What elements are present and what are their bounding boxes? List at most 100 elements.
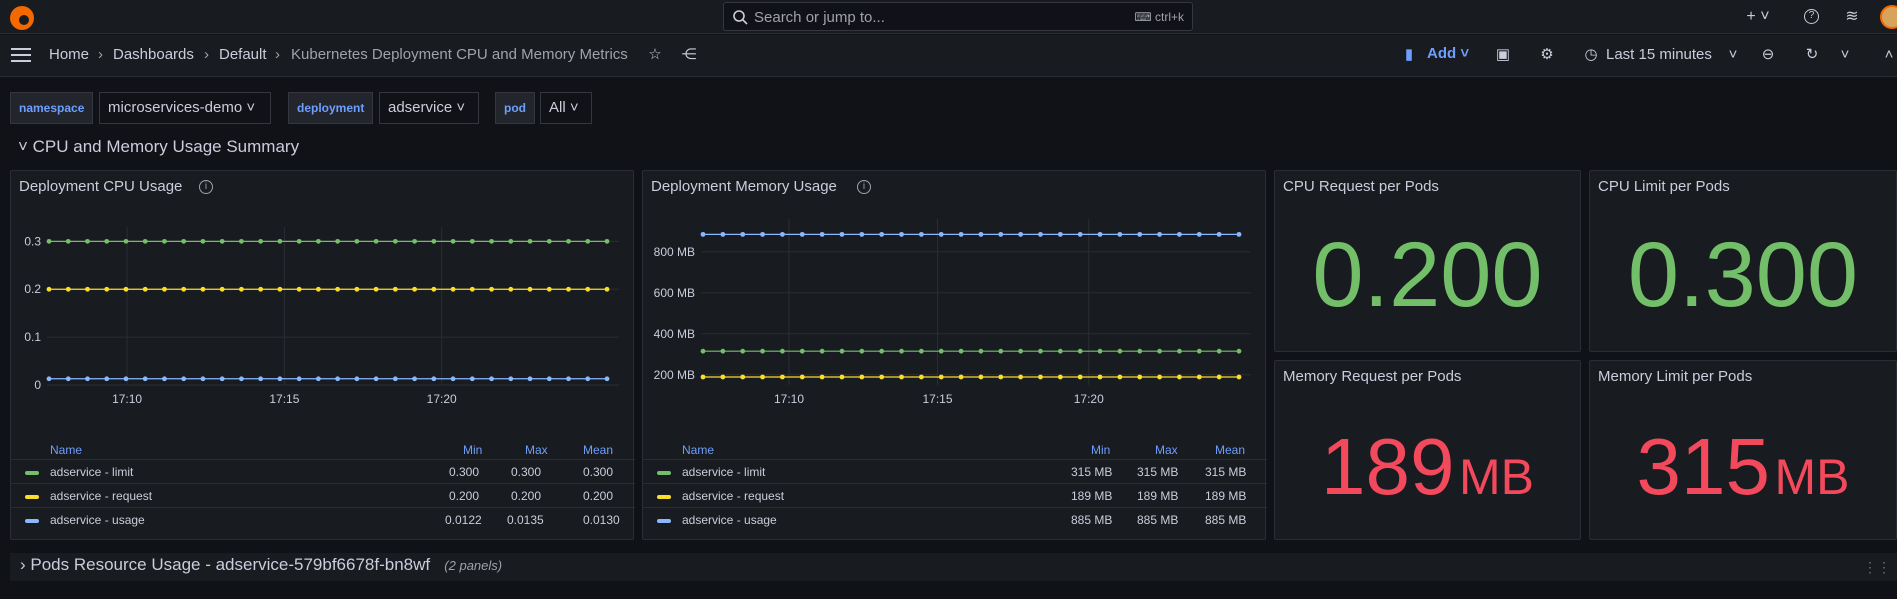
legend-row[interactable]: adservice - request 189 MB 189 MB 189 MB — [643, 483, 1267, 507]
data-point — [431, 376, 437, 382]
data-point — [277, 238, 283, 244]
cpu-usage-chart: 0 0.1 0.2 0.3 17:10 17:15 17:20 — [24, 227, 619, 406]
data-point — [799, 374, 805, 380]
legend-header-name[interactable]: Name — [50, 443, 82, 457]
stat-value-wrapper: 315 MB — [1590, 421, 1896, 513]
time-range-picker[interactable]: Last 15 minutes — [1606, 46, 1712, 63]
data-point — [1137, 374, 1143, 380]
series-max: 189 MB — [1137, 489, 1179, 503]
breadcrumb-dashboards[interactable]: Dashboards — [113, 46, 194, 63]
data-point — [1077, 231, 1083, 237]
info-icon[interactable]: i — [199, 180, 213, 194]
save-icon[interactable]: ▣ — [1494, 46, 1512, 64]
variable-value-deployment: adservice — [388, 99, 453, 116]
breadcrumb-default[interactable]: Default — [219, 46, 267, 63]
series-swatch — [25, 519, 39, 523]
legend-header-name[interactable]: Name — [682, 443, 714, 457]
data-point — [879, 348, 885, 354]
share-icon[interactable]: ⋲ — [680, 46, 698, 64]
data-point — [46, 376, 52, 382]
add-button[interactable]: Add ˅ — [1427, 45, 1469, 62]
star-icon[interactable]: ☆ — [646, 46, 664, 64]
data-point — [508, 238, 514, 244]
legend-row[interactable]: adservice - request 0.200 0.200 0.200 — [11, 483, 635, 507]
variable-select-namespace[interactable]: microservices-demo ˅ — [99, 92, 271, 124]
data-point — [335, 238, 341, 244]
help-icon[interactable]: ? — [1804, 9, 1819, 24]
row-header-pods-resource-usage[interactable]: › Pods Resource Usage - adservice-579bf6… — [10, 553, 1897, 581]
data-point — [1097, 231, 1103, 237]
variable-select-pod[interactable]: All ˅ — [540, 92, 592, 124]
refresh-interval-chevron-icon[interactable]: ˅ — [1836, 46, 1854, 64]
y-tick-label: 400 MB — [654, 327, 695, 341]
stat-value: 315 — [1636, 422, 1771, 511]
legend-row[interactable]: adservice - usage 885 MB 885 MB 885 MB — [643, 507, 1267, 531]
data-point — [700, 374, 706, 380]
data-point — [1137, 231, 1143, 237]
data-point — [527, 238, 533, 244]
legend-header-max[interactable]: Max — [1155, 443, 1178, 457]
data-point — [450, 286, 456, 292]
menu-icon[interactable] — [11, 48, 31, 62]
legend-header-min[interactable]: Min — [463, 443, 482, 457]
data-point — [123, 376, 129, 382]
stat-unit: MB — [1458, 449, 1534, 505]
legend-header-max[interactable]: Max — [525, 443, 548, 457]
data-point — [469, 286, 475, 292]
series-mean: 189 MB — [1205, 489, 1247, 503]
data-point — [1117, 348, 1123, 354]
variable-select-deployment[interactable]: adservice ˅ — [379, 92, 479, 124]
series-max: 0.200 — [511, 489, 542, 503]
data-point — [315, 238, 321, 244]
data-point — [1137, 348, 1143, 354]
data-point — [162, 238, 167, 244]
data-point — [720, 231, 726, 237]
search-icon — [733, 10, 748, 25]
breadcrumb-separator: › — [98, 46, 103, 63]
data-point — [859, 231, 865, 237]
breadcrumb-home[interactable]: Home — [49, 46, 89, 63]
data-point — [412, 376, 417, 382]
legend-header-mean[interactable]: Mean — [1215, 443, 1245, 457]
data-point — [489, 286, 494, 292]
chevron-down-icon[interactable]: ˅ — [1724, 46, 1742, 64]
series-min: 315 MB — [1071, 465, 1113, 479]
data-point — [839, 231, 845, 237]
data-point — [720, 348, 726, 354]
legend-row[interactable]: adservice - usage 0.0122 0.0135 0.0130 — [11, 507, 635, 531]
legend-row[interactable]: adservice - limit 0.300 0.300 0.300 — [11, 459, 635, 483]
data-point — [104, 376, 110, 382]
row-header-summary[interactable]: ˅ CPU and Memory Usage Summary — [18, 137, 299, 157]
data-point — [839, 348, 845, 354]
data-point — [489, 238, 494, 244]
data-point — [546, 286, 552, 292]
zoom-out-icon[interactable]: ⊖ — [1759, 46, 1777, 64]
data-point — [469, 238, 475, 244]
panel-deployment-memory-usage: Deployment Memory Usage i 200 MB 400 MB 60… — [642, 170, 1267, 540]
grafana-logo-icon[interactable] — [10, 6, 34, 30]
data-point — [431, 286, 437, 292]
data-point — [700, 231, 706, 237]
data-point — [65, 238, 71, 244]
refresh-icon[interactable]: ↻ — [1803, 46, 1821, 64]
rss-icon[interactable]: ≋ — [1843, 8, 1861, 26]
info-icon[interactable]: i — [857, 180, 871, 194]
data-point — [450, 238, 456, 244]
legend-header-mean[interactable]: Mean — [583, 443, 613, 457]
legend-header-min[interactable]: Min — [1091, 443, 1110, 457]
drag-handle-icon[interactable]: ⋮⋮ — [1863, 559, 1891, 576]
data-point — [899, 374, 904, 380]
data-point — [373, 238, 379, 244]
user-avatar[interactable] — [1880, 5, 1897, 29]
settings-icon[interactable]: ⚙ — [1538, 46, 1556, 64]
data-point — [1236, 231, 1242, 237]
legend-row[interactable]: adservice - limit 315 MB 315 MB 315 MB — [643, 459, 1267, 483]
series-mean: 0.200 — [583, 489, 614, 503]
collapse-icon[interactable]: ˄ — [1880, 46, 1897, 64]
keyboard-shortcut-label: ⌨ ctrl+k — [1134, 10, 1184, 24]
plus-icon[interactable]: + ˅ — [1744, 8, 1772, 26]
search-input[interactable]: Search or jump to... ⌨ ctrl+k — [723, 2, 1193, 31]
data-point — [604, 286, 610, 292]
x-tick-label: 17:20 — [427, 392, 457, 406]
series-swatch — [657, 471, 671, 475]
